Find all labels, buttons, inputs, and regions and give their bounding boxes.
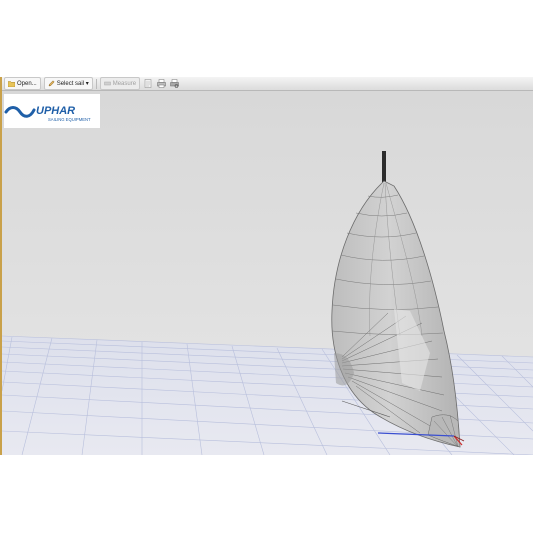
3d-scene [2, 91, 533, 455]
document-icon[interactable] [143, 79, 153, 89]
measure-label: Measure [112, 80, 137, 87]
app-window: Open... Select sail ▾ Measure UPHAR SAIL… [0, 77, 533, 455]
toolbar: Open... Select sail ▾ Measure [2, 77, 533, 91]
open-button-label: Open... [17, 80, 37, 87]
mast [382, 151, 386, 183]
uphar-logo-graphic: UPHAR SAILING EQUIPMENT [4, 105, 91, 122]
print-preview-icon[interactable] [169, 79, 179, 89]
folder-icon [7, 80, 16, 88]
uphar-logo: UPHAR SAILING EQUIPMENT [4, 94, 100, 128]
3d-viewport[interactable] [2, 91, 533, 455]
select-sail-label: Select sail ▾ [56, 81, 89, 87]
open-button[interactable]: Open... [4, 77, 41, 90]
toolbar-separator [95, 78, 97, 89]
print-icon[interactable] [156, 79, 166, 89]
ruler-icon [103, 80, 111, 87]
pencil-icon [48, 80, 55, 87]
logo-tagline: SAILING EQUIPMENT [48, 117, 91, 122]
measure-button[interactable]: Measure [99, 77, 141, 90]
select-sail-button[interactable]: Select sail ▾ [43, 77, 93, 90]
logo-brand-text: UPHAR [36, 105, 75, 117]
